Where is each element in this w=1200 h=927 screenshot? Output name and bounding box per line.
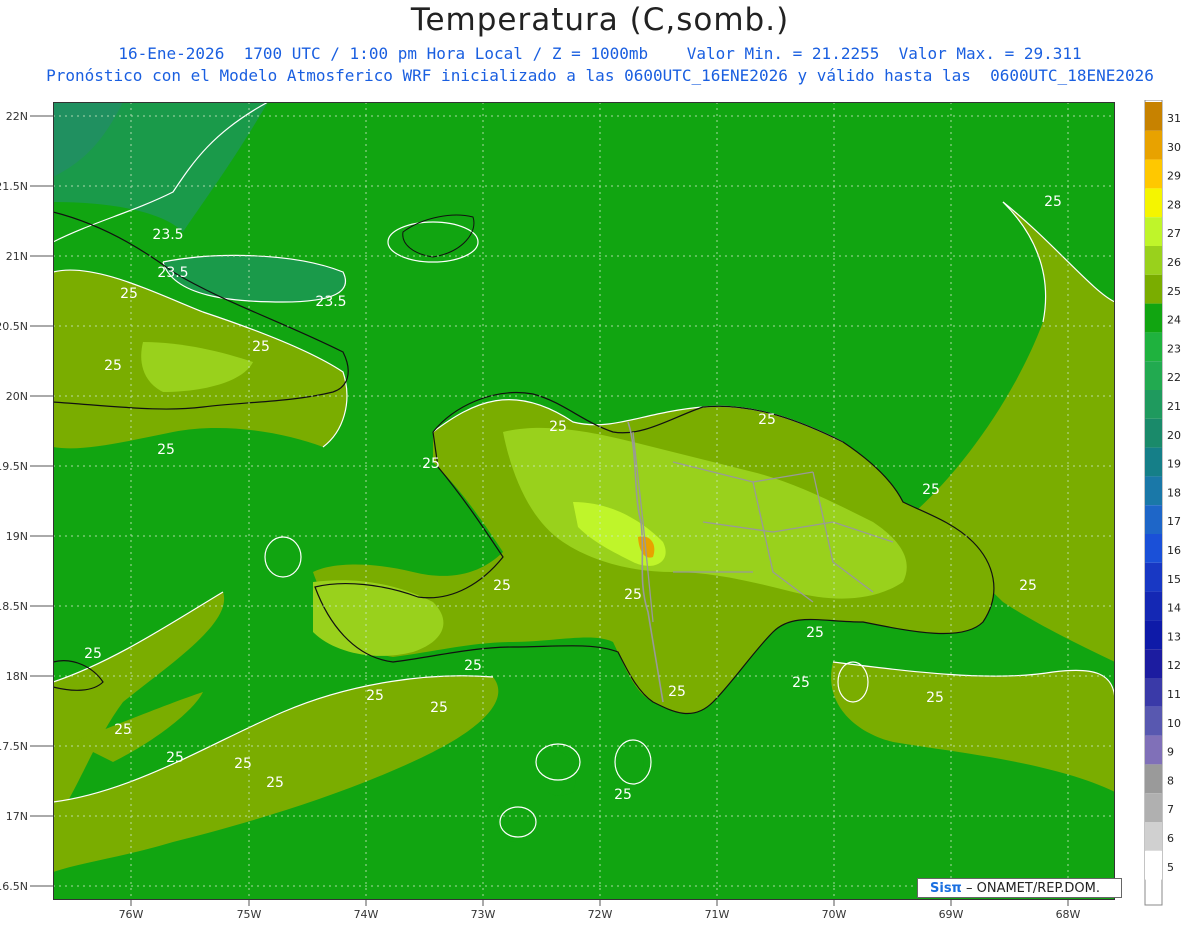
lon-tick-label: 70W: [822, 908, 847, 921]
colorbar-label: 6: [1167, 832, 1174, 845]
lat-tick-label: 16.5N: [0, 880, 28, 893]
lat-tick-label: 22N: [6, 110, 28, 123]
colorbar-label: 21: [1167, 400, 1181, 413]
lon-tick-label: 72W: [588, 908, 613, 921]
colorbar-swatch: [1145, 706, 1162, 736]
colorbar-label: 15: [1167, 573, 1181, 586]
colorbar-swatch: [1145, 620, 1162, 650]
colorbar-swatch: [1145, 476, 1162, 506]
colorbar-swatch: [1145, 274, 1162, 304]
colorbar-label: 16: [1167, 544, 1181, 557]
colorbar-label: 19: [1167, 458, 1181, 471]
colorbar-swatch: [1145, 735, 1162, 765]
colorbar-label: 13: [1167, 630, 1181, 643]
colorbar-swatch: [1145, 562, 1162, 592]
colorbar-swatch: [1145, 159, 1162, 189]
colorbar-label: 8: [1167, 774, 1174, 787]
colorbar-label: 23: [1167, 342, 1181, 355]
lon-tick-label: 68W: [1056, 908, 1081, 921]
colorbar-label: 22: [1167, 371, 1181, 384]
lon-tick-label: 73W: [471, 908, 496, 921]
colorbar-label: 26: [1167, 256, 1181, 269]
colorbar-label: 31: [1167, 112, 1181, 125]
colorbar-label: 18: [1167, 486, 1181, 499]
colorbar-label: 9: [1167, 746, 1174, 759]
lon-tick-label: 75W: [237, 908, 262, 921]
colorbar-swatch: [1145, 303, 1162, 333]
lat-tick-label: 17.5N: [0, 740, 28, 753]
colorbar-swatch: [1145, 332, 1162, 362]
colorbar-swatch: [1145, 822, 1162, 851]
colorbar-swatch: [1145, 361, 1162, 390]
colorbar-swatch: [1145, 591, 1162, 621]
colorbar-swatch: [1145, 217, 1162, 246]
lon-tick-label: 69W: [939, 908, 964, 921]
colorbar-label: 25: [1167, 285, 1181, 298]
lat-tick-label: 20.5N: [0, 320, 28, 333]
colorbar-label: 12: [1167, 659, 1181, 672]
lat-tick-label: 21N: [6, 250, 28, 263]
colorbar-swatch: [1145, 246, 1162, 275]
credit-brand: Sisπ: [930, 881, 962, 896]
colorbar-swatch: [1145, 390, 1162, 419]
colorbar-label: 17: [1167, 515, 1181, 528]
colorbar-label: 7: [1167, 803, 1174, 816]
colorbar-label: 28: [1167, 198, 1181, 211]
credit-text: – ONAMET/REP.DOM.: [965, 881, 1101, 896]
axis-labels: 22N 21.5N 21N 20.5N 20N 19.5N 19N 18.5N 18N 17.5N…: [0, 110, 1081, 921]
credit-box: Sisπ – ONAMET/REP.DOM.: [917, 878, 1122, 898]
lon-tick-label: 74W: [354, 908, 379, 921]
lat-tick-label: 18.5N: [0, 600, 28, 613]
colorbar-swatch: [1145, 188, 1162, 218]
colorbar-swatch: [1145, 793, 1162, 822]
lon-tick-label: 76W: [119, 908, 144, 921]
colorbar-swatch: [1145, 678, 1162, 707]
colorbar-swatch: [1145, 418, 1162, 448]
colorbar-label: 24: [1167, 314, 1181, 327]
lat-tick-label: 19.5N: [0, 460, 28, 473]
colorbar-swatch: [1145, 130, 1162, 160]
colorbar-label: 11: [1167, 688, 1181, 701]
colorbar-label: 30: [1167, 141, 1181, 154]
colorbar-swatch: [1145, 850, 1162, 880]
colorbar-swatch: [1145, 764, 1162, 794]
lat-tick-label: 18N: [6, 670, 28, 683]
colorbar-swatch: [1145, 102, 1162, 131]
colorbar-label: 29: [1167, 170, 1181, 183]
lat-tick-label: 19N: [6, 530, 28, 543]
lat-tick-label: 20N: [6, 390, 28, 403]
colorbar-label: 5: [1167, 861, 1174, 874]
colorbar-swatch: [1145, 534, 1162, 563]
lat-tick-label: 17N: [6, 810, 28, 823]
colorbar-swatch: [1145, 505, 1162, 534]
lon-tick-label: 71W: [705, 908, 730, 921]
colorbar-label: 27: [1167, 227, 1181, 240]
colorbar: 31 30 29 28 27 26 25 24 23 22 21 20 19 18 17 16 15 14 13 12…: [1144, 100, 1181, 906]
colorbar-label: 20: [1167, 429, 1181, 442]
colorbar-swatch: [1145, 649, 1162, 678]
lat-tick-label: 21.5N: [0, 180, 28, 193]
colorbar-swatch: [1145, 447, 1162, 477]
colorbar-label: 10: [1167, 717, 1181, 730]
colorbar-label: 14: [1167, 602, 1181, 615]
